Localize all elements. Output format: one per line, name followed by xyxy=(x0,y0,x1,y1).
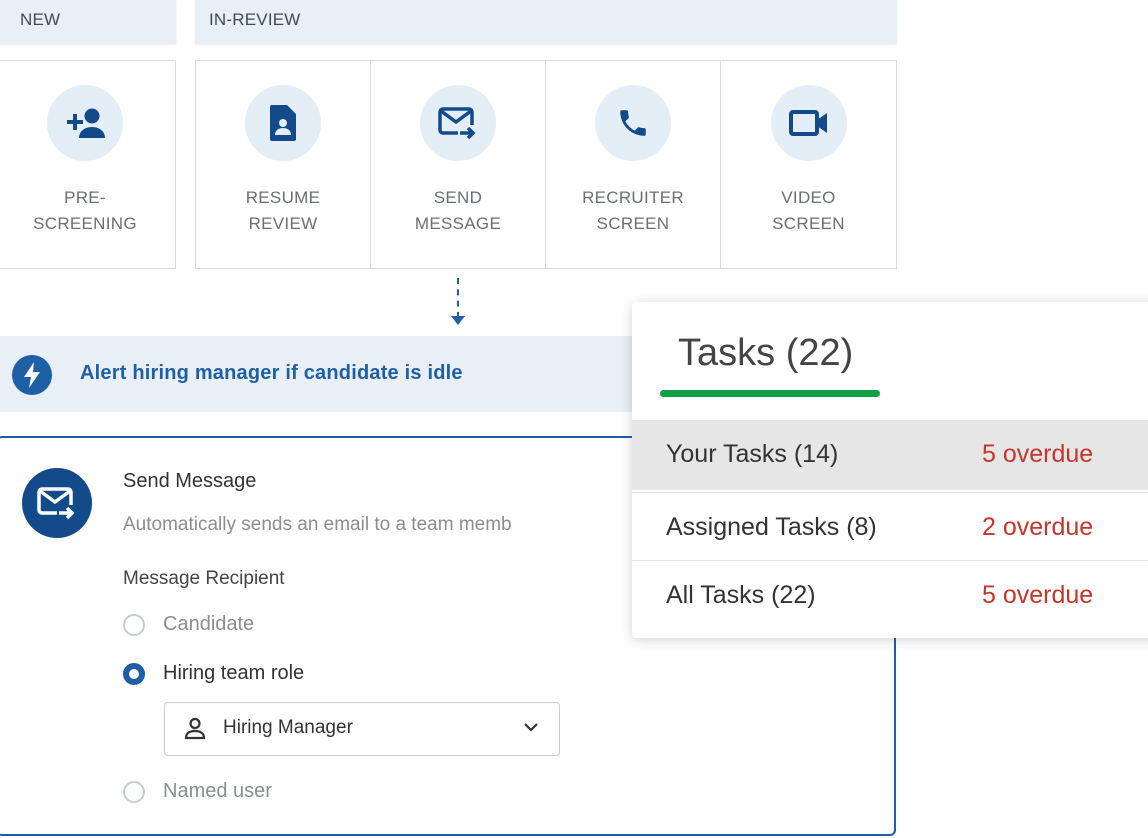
radio-label: Hiring team role xyxy=(163,662,305,684)
radio-option-hiring-team-role[interactable]: Hiring team role xyxy=(123,662,304,685)
hiring-role-select[interactable]: Hiring Manager xyxy=(164,702,560,756)
radio-button[interactable] xyxy=(123,780,145,803)
stage-label: SEND MESSAGE xyxy=(414,188,502,233)
column-header-in-review: IN-REVIEW xyxy=(195,0,897,44)
radio-button[interactable] xyxy=(123,613,145,636)
stage-label: VIDEO SCREEN xyxy=(772,188,845,233)
tasks-tab-underline xyxy=(660,390,880,397)
task-row-all-tasks[interactable]: All Tasks (22) 5 overdue xyxy=(632,560,1148,630)
task-row-overdue: 5 overdue xyxy=(982,440,1094,468)
message-recipient-label: Message Recipient xyxy=(123,568,285,589)
task-row-overdue: 2 overdue xyxy=(982,513,1094,541)
stage-card-resume-review[interactable]: RESUME REVIEW xyxy=(195,60,371,269)
task-row-name: Assigned Tasks (8) xyxy=(666,513,877,541)
task-row-name: All Tasks (22) xyxy=(666,581,816,609)
stage-label: RESUME REVIEW xyxy=(245,188,321,233)
chevron-down-icon[interactable] xyxy=(523,720,539,738)
connector-line xyxy=(457,278,459,318)
tasks-popup: Tasks (22) Your Tasks (14) 5 overdue Ass… xyxy=(632,302,1148,638)
lightning-icon xyxy=(12,355,52,395)
column-header-new-label: NEW xyxy=(20,10,61,29)
document-person-icon xyxy=(245,85,321,161)
user-icon xyxy=(183,716,207,745)
task-row-name: Your Tasks (14) xyxy=(666,440,839,468)
mail-forward-icon xyxy=(22,468,92,538)
hiring-role-select-value: Hiring Manager xyxy=(223,717,353,738)
connector-arrow-icon xyxy=(451,316,465,325)
radio-option-named-user[interactable]: Named user xyxy=(123,780,272,803)
radio-option-candidate[interactable]: Candidate xyxy=(123,613,254,636)
send-message-description: Automatically sends an email to a team m… xyxy=(123,514,512,535)
stage-label: PRE- SCREENING xyxy=(33,188,137,233)
task-row-your-tasks[interactable]: Your Tasks (14) 5 overdue xyxy=(632,420,1148,490)
radio-label: Named user xyxy=(163,780,272,802)
mail-forward-icon xyxy=(420,85,496,161)
task-row-overdue: 5 overdue xyxy=(982,581,1094,609)
phone-icon xyxy=(595,85,671,161)
tasks-heading[interactable]: Tasks (22) xyxy=(678,332,853,375)
stage-card-send-message[interactable]: SEND MESSAGE xyxy=(370,60,546,269)
add-person-icon xyxy=(47,85,123,161)
task-row-assigned-tasks[interactable]: Assigned Tasks (8) 2 overdue xyxy=(632,492,1148,562)
stage-card-video-screen[interactable]: VIDEO SCREEN xyxy=(720,60,897,269)
column-header-new: NEW xyxy=(0,0,176,44)
stage-label: RECRUITER SCREEN xyxy=(582,188,684,233)
video-camera-icon xyxy=(770,85,847,161)
radio-label: Candidate xyxy=(163,613,255,635)
radio-button-selected[interactable] xyxy=(123,662,145,685)
stage-card-pre-screening[interactable]: PRE- SCREENING xyxy=(0,60,176,269)
alert-banner[interactable]: Alert hiring manager if candidate is idl… xyxy=(0,336,700,412)
stage-card-recruiter-screen[interactable]: RECRUITER SCREEN xyxy=(545,60,721,269)
send-message-title: Send Message xyxy=(123,470,257,492)
column-header-in-review-label: IN-REVIEW xyxy=(209,10,301,29)
alert-text: Alert hiring manager if candidate is idl… xyxy=(80,362,463,384)
